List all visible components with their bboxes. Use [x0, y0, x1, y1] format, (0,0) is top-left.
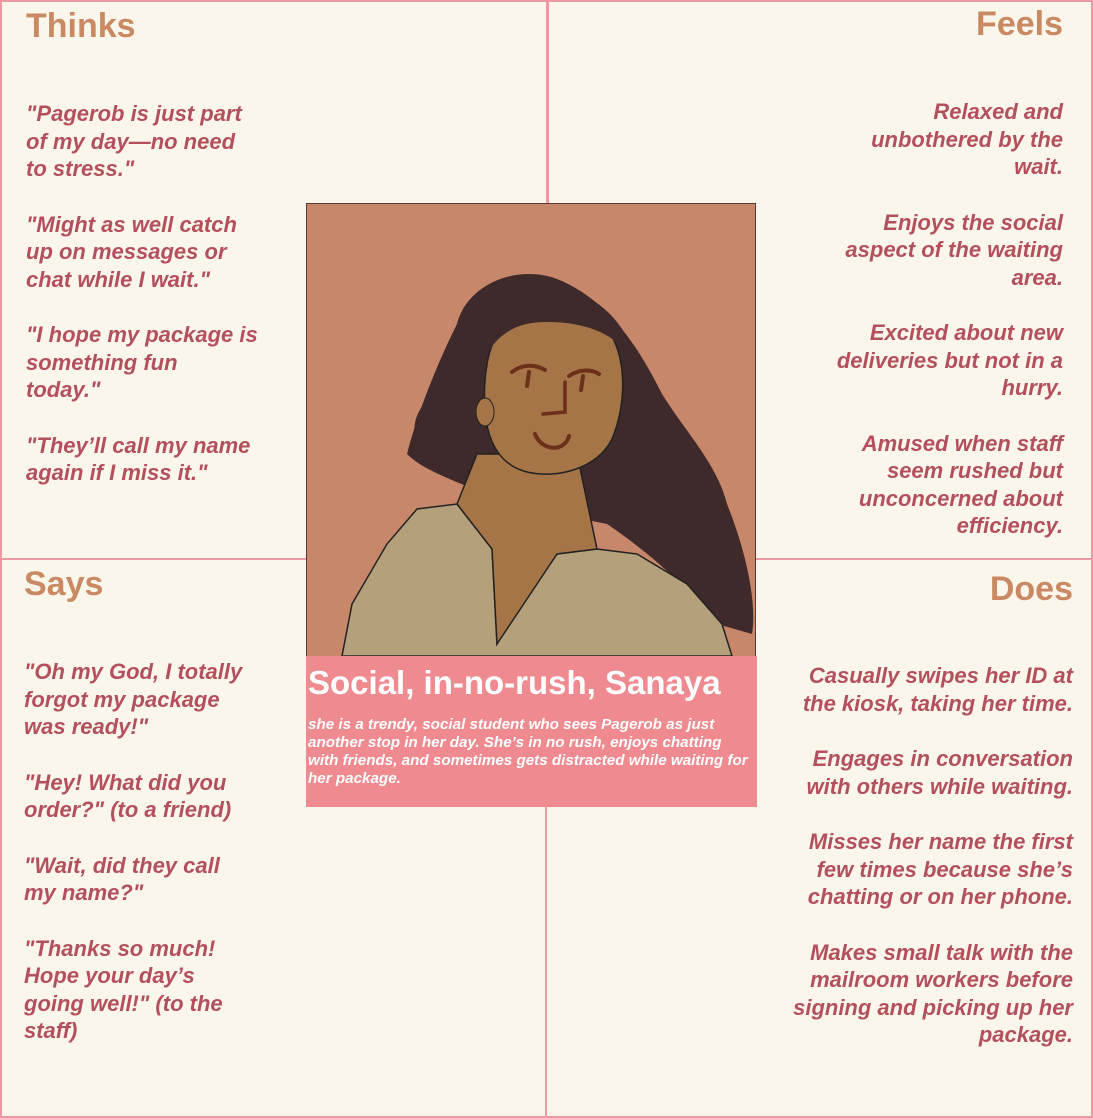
thinks-list: "Pagerob is just part of my day—no need … — [26, 100, 258, 515]
feels-list: Relaxed and unbothered by the wait. Enjo… — [831, 98, 1063, 568]
says-title: Says — [24, 565, 104, 603]
portrait-illustration — [341, 274, 754, 656]
says-item: "Oh my God, I totally forgot my package … — [24, 659, 243, 739]
persona-description: she is a trendy, social student who sees… — [308, 716, 748, 787]
says-list: "Oh my God, I totally forgot my package … — [24, 658, 254, 1073]
feels-item: Enjoys the social aspect of the waiting … — [845, 209, 1063, 290]
persona-portrait — [306, 203, 756, 657]
does-item: Casually swipes her ID at the kiosk, tak… — [802, 663, 1073, 716]
ear — [475, 397, 495, 427]
does-list: Casually swipes her ID at the kiosk, tak… — [773, 662, 1073, 1077]
says-item: "Thanks so much! Hope your day’s going w… — [24, 935, 223, 1044]
does-item: Makes small talk with the mailroom worke… — [793, 939, 1073, 1048]
thinks-item: "I hope my package is something fun toda… — [26, 322, 258, 402]
right-eye — [579, 374, 585, 392]
says-item: "Hey! What did you order?" (to a friend) — [24, 769, 232, 823]
thinks-item: "They’ll call my name again if I miss it… — [26, 432, 251, 486]
does-item: Misses her name the first few times beca… — [807, 829, 1073, 909]
feels-title: Feels — [976, 5, 1063, 43]
persona-card: Social, in-no-rush, Sanaya she is a tren… — [306, 656, 757, 807]
feels-item: Amused when staff seem rushed but unconc… — [858, 430, 1063, 539]
persona-name: Social, in-no-rush, Sanaya — [308, 664, 721, 701]
thinks-item: "Might as well catch up on messages or c… — [26, 211, 237, 292]
feels-item: Excited about new deliveries but not in … — [836, 320, 1063, 400]
left-eye — [525, 370, 531, 388]
says-item: "Wait, did they call my name?" — [24, 852, 220, 906]
feels-item: Relaxed and unbothered by the wait. — [871, 99, 1063, 179]
does-item: Engages in conversation with others whil… — [806, 746, 1073, 799]
does-title: Does — [989, 570, 1073, 608]
thinks-item: "Pagerob is just part of my day—no need … — [26, 101, 242, 181]
face — [483, 315, 624, 475]
thinks-title: Thinks — [26, 7, 136, 45]
